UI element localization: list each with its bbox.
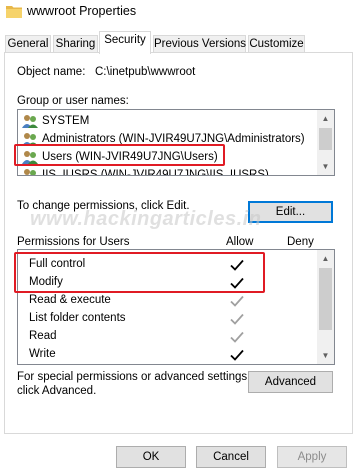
tab-customize[interactable]: Customize — [248, 35, 305, 53]
users-group-icon — [22, 115, 38, 128]
ok-button[interactable]: OK — [116, 446, 186, 468]
tab-sharing[interactable]: Sharing — [53, 35, 98, 53]
list-item-label: SYSTEM — [42, 115, 90, 127]
permissions-scrollbar[interactable]: ▲ ▼ — [317, 250, 334, 364]
title-bar: wwwroot Properties — [0, 0, 357, 26]
apply-button[interactable]: Apply — [277, 446, 347, 468]
checkmark-icon — [230, 349, 244, 361]
scroll-thumb[interactable] — [319, 268, 332, 330]
scroll-up-icon[interactable]: ▲ — [317, 110, 334, 127]
deny-header: Deny — [287, 236, 314, 248]
permission-list-folder: List folder contents — [29, 312, 126, 324]
list-item[interactable]: SYSTEM — [20, 112, 316, 130]
list-item[interactable]: IIS_IUSRS (WIN-JVIR49U7JNG\IIS_IUSRS) — [20, 166, 316, 176]
checkmark-icon — [230, 331, 244, 343]
permission-write: Write — [29, 348, 56, 360]
permissions-highlight-box — [14, 252, 265, 293]
permissions-header: Permissions for Users — [17, 236, 130, 248]
advanced-button[interactable]: Advanced — [248, 371, 333, 393]
list-item-label: IIS_IUSRS (WIN-JVIR49U7JNG\IIS_IUSRS) — [42, 169, 269, 176]
scroll-thumb[interactable] — [319, 128, 332, 150]
advanced-text-line1: For special permissions or advanced sett… — [17, 371, 251, 383]
tab-security[interactable]: Security — [99, 31, 151, 54]
scroll-down-icon[interactable]: ▼ — [317, 158, 334, 175]
object-name-label: Object name: — [17, 66, 86, 78]
window-title: wwwroot Properties — [27, 4, 137, 18]
checkmark-icon — [230, 313, 244, 325]
permission-read-execute: Read & execute — [29, 294, 111, 306]
permission-read: Read — [29, 330, 57, 342]
scroll-down-icon[interactable]: ▼ — [317, 347, 334, 364]
folder-icon — [6, 6, 22, 18]
allow-header: Allow — [226, 236, 254, 248]
users-group-icon — [24, 169, 36, 175]
checkmark-icon — [230, 295, 244, 307]
tab-general[interactable]: General — [5, 35, 51, 53]
watermark: www.hackingarticles.in — [30, 208, 262, 230]
cancel-button[interactable]: Cancel — [196, 446, 266, 468]
group-list-scrollbar[interactable]: ▲ ▼ — [317, 110, 334, 175]
users-highlight-box — [14, 144, 225, 166]
group-names-label: Group or user names: — [17, 95, 129, 107]
object-name-value: C:\inetpub\wwwroot — [95, 66, 196, 78]
scroll-up-icon[interactable]: ▲ — [317, 250, 334, 267]
advanced-text-line2: click Advanced. — [17, 385, 97, 397]
tab-previous-versions[interactable]: Previous Versions — [153, 35, 246, 53]
